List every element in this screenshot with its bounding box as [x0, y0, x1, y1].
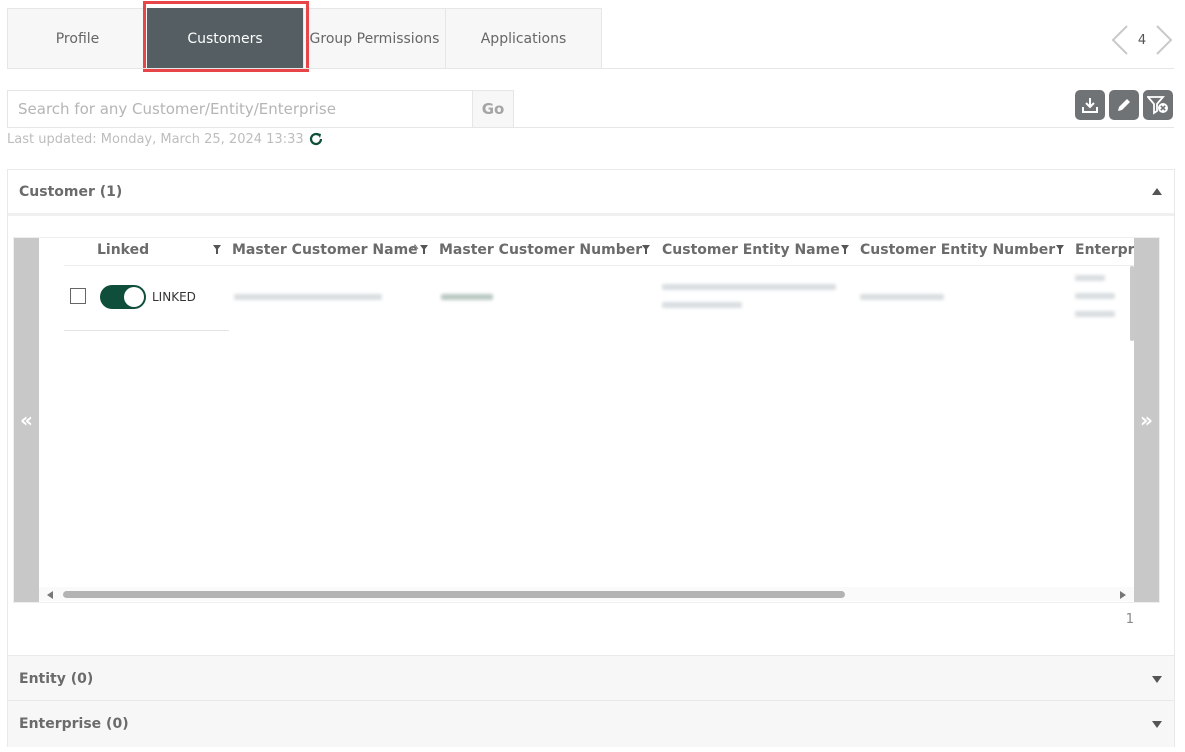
entity-section-title: Entity (0) [19, 671, 94, 687]
column-header-customer-entity-name[interactable]: Customer Entity Name [662, 242, 840, 258]
grid-body: Linked Master Customer Name Master Custo… [39, 238, 1134, 602]
row-count: 1 [1125, 612, 1134, 627]
tab-bar: Profile Customers Group Permissions Appl… [7, 8, 602, 69]
redacted-enterprise-line3 [1075, 311, 1115, 317]
scroll-left-button[interactable]: « [14, 238, 39, 602]
filter-icon[interactable] [213, 245, 221, 254]
column-header-master-customer-name[interactable]: Master Customer Name [232, 242, 418, 258]
scroll-right-button[interactable]: » [1134, 238, 1159, 602]
redacted-customer-entity-name [662, 284, 836, 290]
toggle-knob [124, 287, 144, 307]
caret-down-icon [1152, 720, 1162, 728]
linked-status-label: LINKED [152, 290, 196, 304]
column-header-master-customer-number[interactable]: Master Customer Number [439, 242, 642, 258]
redacted-enterprise-line1 [1075, 275, 1105, 281]
row-checkbox[interactable] [70, 288, 86, 304]
search-bar: Go [7, 90, 514, 128]
scroll-right-arrow-icon[interactable] [1120, 591, 1126, 599]
enterprise-section-header[interactable]: Enterprise (0) [8, 701, 1174, 747]
table-row[interactable] [64, 265, 1134, 331]
refresh-icon[interactable] [308, 131, 324, 147]
redacted-master-customer-number [441, 294, 493, 300]
linked-toggle[interactable] [100, 285, 146, 309]
download-icon [1082, 98, 1098, 113]
sort-asc-icon[interactable] [411, 243, 419, 250]
tab-pager: 4 [1111, 24, 1173, 56]
edit-button[interactable] [1109, 90, 1139, 120]
go-button[interactable]: Go [472, 91, 513, 127]
tab-applications[interactable]: Applications [445, 8, 602, 69]
download-button[interactable] [1075, 90, 1105, 120]
redacted-master-customer-name [234, 294, 382, 300]
entity-section: Entity (0) [7, 655, 1175, 702]
last-updated: Last updated: Monday, March 25, 2024 13:… [7, 131, 324, 147]
customer-section: Customer (1) « Linked Master Customer Na… [7, 169, 1175, 656]
filter-icon[interactable] [1056, 245, 1064, 254]
scroll-left-arrow-icon[interactable] [47, 591, 53, 599]
tab-profile[interactable]: Profile [7, 8, 147, 69]
horizontal-scrollbar[interactable] [39, 587, 1134, 601]
tab-count: 4 [1137, 32, 1147, 48]
tab-divider [7, 68, 1174, 69]
grid-header: Linked Master Customer Name Master Custo… [39, 238, 1134, 264]
redacted-customer-entity-number [860, 294, 944, 300]
customer-grid: « Linked Master Customer Name Master Cus… [13, 237, 1160, 603]
enterprise-section-title: Enterprise (0) [19, 716, 129, 732]
chevron-right-icon[interactable] [1155, 24, 1173, 56]
last-updated-text: Last updated: Monday, March 25, 2024 13:… [7, 131, 304, 147]
toolbar [1075, 90, 1173, 120]
column-header-enterprise[interactable]: Enterpr [1075, 242, 1134, 258]
tab-group-permissions[interactable]: Group Permissions [303, 8, 445, 69]
double-chevron-left-icon: « [20, 408, 33, 432]
entity-section-header[interactable]: Entity (0) [8, 656, 1174, 702]
pencil-icon [1118, 99, 1130, 111]
redacted-enterprise-line2 [1075, 293, 1115, 299]
filter-clear-icon [1147, 96, 1168, 115]
customer-section-title: Customer (1) [19, 183, 123, 200]
enterprise-section: Enterprise (0) [7, 700, 1175, 747]
chevron-left-icon[interactable] [1111, 24, 1129, 56]
row-divider [64, 330, 229, 331]
search-input[interactable] [8, 91, 472, 127]
scrollbar-thumb[interactable] [63, 591, 845, 598]
tab-customers[interactable]: Customers [147, 8, 303, 69]
filter-icon[interactable] [420, 245, 428, 254]
filter-icon[interactable] [841, 245, 849, 254]
redacted-customer-entity-name-line2 [662, 302, 742, 308]
caret-down-icon [1152, 675, 1162, 683]
double-chevron-right-icon: » [1140, 408, 1153, 432]
filter-icon[interactable] [642, 245, 650, 254]
column-header-linked[interactable]: Linked [97, 242, 149, 258]
search-divider [514, 127, 1174, 128]
clear-filter-button[interactable] [1143, 90, 1173, 120]
customer-section-header[interactable]: Customer (1) [8, 170, 1174, 216]
caret-up-icon [1152, 188, 1162, 195]
column-header-customer-entity-number[interactable]: Customer Entity Number [860, 242, 1055, 258]
